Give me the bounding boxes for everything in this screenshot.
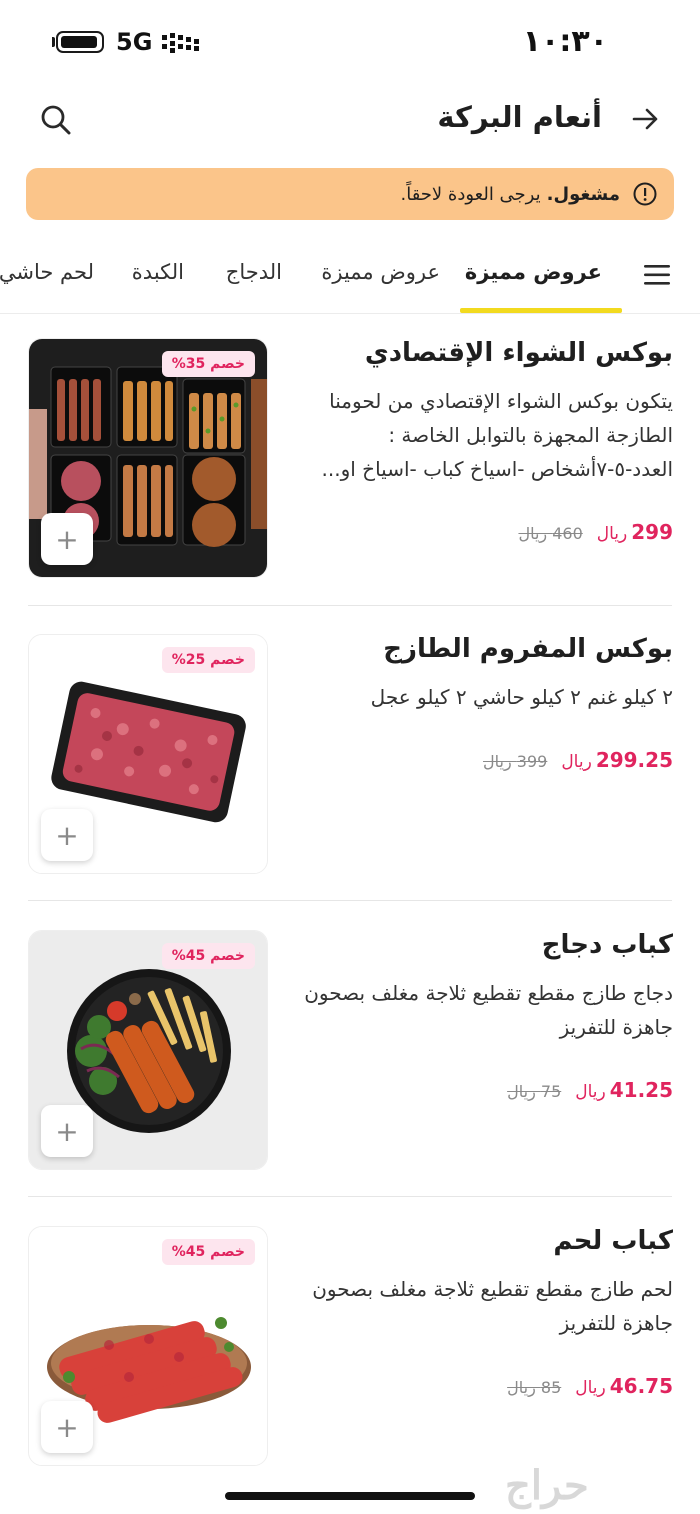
- price-row: 41.25 ريال 75 ريال: [507, 1078, 673, 1102]
- discount-badge: خصم 25%: [161, 647, 255, 673]
- header: أنعام البركة: [0, 88, 700, 154]
- battery-tip: [52, 37, 55, 47]
- battery-icon: [56, 31, 104, 53]
- banner-status: مشغول.: [546, 183, 620, 205]
- price-row: 46.75 ريال 85 ريال: [507, 1374, 673, 1398]
- product-description: دجاج طازج مقطع تقطيع ثلاجة مغلف بصحون جا…: [304, 981, 673, 1039]
- product-name: كباب دجاج: [541, 930, 673, 960]
- busy-banner: مشغول. يرجى العودة لاحقاً.: [26, 168, 674, 220]
- currency-label: ريال: [561, 752, 592, 772]
- old-price: 399 ريال: [483, 752, 548, 771]
- product-price: 299.25: [595, 748, 673, 772]
- search-icon[interactable]: [38, 102, 74, 138]
- tab-liver[interactable]: الكبدة: [132, 260, 184, 284]
- add-to-cart-button[interactable]: +: [41, 1401, 93, 1453]
- product-card[interactable]: كباب دجاج دجاج طازج مقطع تقطيع ثلاجة مغل…: [0, 930, 700, 1200]
- banner-message: يرجى العودة لاحقاً.: [400, 183, 541, 205]
- status-bar: 5G ١٠:٣٠: [0, 0, 700, 80]
- tab-chicken[interactable]: الدجاج: [226, 260, 282, 284]
- tab-featured-offers[interactable]: عروض مميزة: [321, 260, 440, 284]
- category-tabs: عروض مميزة عروض مميزة الدجاج الكبدة لحم …: [0, 236, 700, 314]
- product-description: لحم طازج مقطع تقطيع ثلاجة مغلف بصحون جاه…: [312, 1277, 673, 1335]
- add-to-cart-button[interactable]: +: [41, 809, 93, 861]
- currency-label: ريال: [575, 1378, 606, 1398]
- add-to-cart-button[interactable]: +: [41, 513, 93, 565]
- menu-icon[interactable]: [644, 264, 672, 286]
- page-title: أنعام البركة: [437, 100, 602, 134]
- active-tab-indicator: [460, 308, 622, 313]
- product-name: بوكس الشواء الإقتصادي: [364, 338, 673, 368]
- tab-camel-meat[interactable]: لحم حاشي: [0, 260, 94, 284]
- old-price: 85 ريال: [507, 1378, 562, 1397]
- product-image[interactable]: خصم 25% +: [28, 634, 268, 874]
- clock: ١٠:٣٠: [522, 24, 608, 59]
- network-type: 5G: [116, 28, 153, 56]
- add-to-cart-button[interactable]: +: [41, 1105, 93, 1157]
- product-name: كباب لحم: [553, 1226, 673, 1256]
- price-row: 299 ريال 460 ريال: [518, 520, 673, 544]
- watermark-logo: حراج: [505, 1462, 589, 1509]
- info-icon: [633, 182, 657, 206]
- currency-label: ريال: [575, 1082, 606, 1102]
- product-description: ٢ كيلو غنم ٢ كيلو حاشي ٢ كيلو عجل: [370, 685, 673, 709]
- old-price: 460 ريال: [518, 524, 583, 543]
- product-image[interactable]: خصم 35% +: [28, 338, 268, 578]
- price-row: 299.25 ريال 399 ريال: [483, 748, 673, 772]
- home-indicator[interactable]: [225, 1492, 475, 1500]
- discount-badge: خصم 45%: [161, 1239, 255, 1265]
- product-price: 41.25: [609, 1078, 673, 1102]
- product-price: 299: [631, 520, 673, 544]
- product-card[interactable]: كباب لحم لحم طازج مقطع تقطيع ثلاجة مغلف …: [0, 1226, 700, 1496]
- product-description: يتكون بوكس الشواء الإقتصادي من لحومنا ال…: [321, 389, 673, 481]
- old-price: 75 ريال: [507, 1082, 562, 1101]
- signal-icon: [162, 33, 199, 53]
- product-card[interactable]: بوكس الشواء الإقتصادي يتكون بوكس الشواء …: [0, 338, 700, 608]
- divider: [28, 900, 672, 901]
- divider: [28, 1196, 672, 1197]
- product-card[interactable]: بوكس المفروم الطازج ٢ كيلو غنم ٢ كيلو حا…: [0, 634, 700, 904]
- arrow-right-icon[interactable]: [628, 102, 662, 136]
- currency-label: ريال: [596, 524, 628, 544]
- divider: [28, 605, 672, 606]
- product-image[interactable]: خصم 45% +: [28, 930, 268, 1170]
- product-name: بوكس المفروم الطازج: [383, 634, 673, 664]
- discount-badge: خصم 45%: [161, 943, 255, 969]
- product-image[interactable]: خصم 45% +: [28, 1226, 268, 1466]
- product-price: 46.75: [609, 1374, 673, 1398]
- tab-featured-offers-active[interactable]: عروض مميزة: [465, 260, 602, 284]
- discount-badge: خصم 35%: [161, 351, 255, 377]
